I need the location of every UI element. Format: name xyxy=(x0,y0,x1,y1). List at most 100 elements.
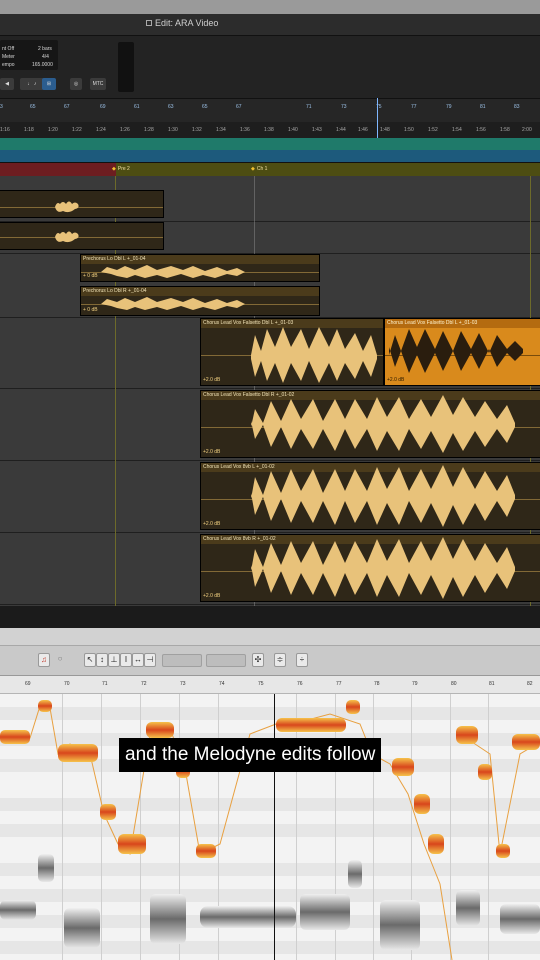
pitch-tool-icon[interactable]: ↕ xyxy=(96,653,108,667)
window-icon xyxy=(146,20,152,26)
min-sec-ruler[interactable]: 1:16 1:18 1:20 1:22 1:24 1:26 1:28 1:30 … xyxy=(0,122,540,138)
clip-waveform xyxy=(251,395,515,453)
time-tick: 1:50 xyxy=(404,127,414,133)
bar-tick: 81 xyxy=(489,681,495,687)
bar-tick: 63 xyxy=(168,104,174,110)
audio-clip[interactable]: Chorus Lead Vox 8vb L +_01-02 +2.0 dB xyxy=(200,462,540,530)
online-button[interactable]: ◎ xyxy=(70,78,82,90)
scale-field[interactable] xyxy=(206,654,246,667)
melodyne-ruler[interactable]: 69 70 71 72 73 74 75 76 77 78 79 80 81 8… xyxy=(0,676,540,694)
bar-tick: 78 xyxy=(374,681,380,687)
bar-tick: 76 xyxy=(297,681,303,687)
separation-tool-icon[interactable]: ⊣ xyxy=(144,653,156,667)
time-tick: 1:34 xyxy=(216,127,226,133)
bar-tick: 67 xyxy=(236,104,242,110)
formant-tool-icon[interactable]: ⊥ xyxy=(108,653,120,667)
meter-label: Meter xyxy=(2,54,15,60)
bar-tick: 69 xyxy=(100,104,106,110)
window-titlebar: Edit: ARA Video xyxy=(0,14,540,36)
settings-icon[interactable]: ○ xyxy=(54,653,66,667)
time-tick: 1:56 xyxy=(476,127,486,133)
meter-value: 4/4 xyxy=(42,54,49,60)
time-tick: 1:54 xyxy=(452,127,462,133)
count-off-value: 2 bars xyxy=(38,46,52,52)
bar-tick: 73 xyxy=(180,681,186,687)
bar-tick: 65 xyxy=(30,104,36,110)
audio-clip[interactable]: Prechorus Lo Dbl L +_01-04 + 0 dB xyxy=(80,254,320,282)
track-divider xyxy=(0,532,540,533)
section-region xyxy=(0,163,116,177)
time-tick: 1:32 xyxy=(192,127,202,133)
bar-tick: 79 xyxy=(446,104,452,110)
window-separator xyxy=(0,606,540,628)
subtitle-caption: and the Melodyne edits follow xyxy=(119,738,382,772)
time-tick: 1:44 xyxy=(336,127,346,133)
audio-clip[interactable] xyxy=(0,222,164,250)
pitch-snap-icon[interactable]: ≑ xyxy=(274,653,286,667)
time-snap-icon[interactable]: ÷ xyxy=(296,653,308,667)
pitch-grid-field[interactable] xyxy=(162,654,202,667)
time-tick: 1:22 xyxy=(72,127,82,133)
audio-clip[interactable]: Chorus Lead Vox Falsetto Dbl L +_01-03 +… xyxy=(200,318,384,386)
selected-audio-clip[interactable]: Chorus Lead Vox Falsetto Dbl L +_01-03 +… xyxy=(384,318,540,386)
time-tick: 1:58 xyxy=(500,127,510,133)
bars-beats-ruler[interactable]: 3 65 67 69 61 63 65 67 71 73 75 77 79 81… xyxy=(0,98,540,122)
bar-tick: 71 xyxy=(306,104,312,110)
melodyne-logo-icon[interactable]: ♫ xyxy=(38,653,50,667)
time-tick: 1:16 xyxy=(0,127,10,133)
audio-clip[interactable]: Chorus Lead Vox Falsetto Dbl R +_01-02 +… xyxy=(200,390,540,458)
bar-tick: 82 xyxy=(527,681,533,687)
clip-waveform xyxy=(101,297,245,310)
screen: Edit: ARA Video nt Off 2 bars Meter 4/4 … xyxy=(0,0,540,960)
tempo-button[interactable]: ♩ ♪ xyxy=(20,78,44,90)
bar-tick: 65 xyxy=(202,104,208,110)
clip-waveform xyxy=(251,537,515,599)
mtc-button[interactable]: MTC xyxy=(90,78,106,90)
time-tick: 1:43 xyxy=(312,127,322,133)
time-tool-icon[interactable]: ↔ xyxy=(132,653,144,667)
clip-waveform xyxy=(251,465,515,527)
midi-merge-button[interactable]: ◀ xyxy=(0,78,14,90)
melodyne-note-editor[interactable] xyxy=(0,694,540,960)
bar-tick: 79 xyxy=(412,681,418,687)
top-bezel xyxy=(0,0,540,14)
marker-ch-1[interactable]: Ch 1 xyxy=(251,166,268,172)
tempo-ruler-band[interactable] xyxy=(0,138,540,150)
quantize-icon[interactable]: ✣ xyxy=(252,653,264,667)
meter-ruler-band[interactable] xyxy=(0,150,540,162)
audio-clip[interactable] xyxy=(0,190,164,218)
audio-clip[interactable]: Chorus Lead Vox 8vb R +_01-02 +2.0 dB xyxy=(200,534,540,602)
time-tick: 2:00 xyxy=(522,127,532,133)
edit-tracks-area[interactable]: Prechorus Lo Dbl L +_01-04 + 0 dB Precho… xyxy=(0,176,540,606)
count-off-label: nt Off xyxy=(2,46,15,52)
audio-clip[interactable]: Prechorus Lo Dbl R +_01-04 + 0 dB xyxy=(80,286,320,316)
track-divider xyxy=(0,388,540,389)
playhead-marker[interactable] xyxy=(377,98,383,138)
main-tool-icon[interactable]: ↖ xyxy=(84,653,96,667)
amplitude-tool-icon[interactable]: I xyxy=(120,653,132,667)
bar-tick: 72 xyxy=(141,681,147,687)
track-divider xyxy=(0,604,540,605)
counter-display: nt Off 2 bars Meter 4/4 empo 165.0000 xyxy=(0,40,58,70)
bar-tick: 71 xyxy=(102,681,108,687)
bar-tick: 73 xyxy=(341,104,347,110)
bar-tick: 74 xyxy=(219,681,225,687)
markers-ruler[interactable]: Pre 2 Ch 1 xyxy=(0,162,540,177)
melodyne-toolbar: ♫ ○ ↖ ↕ ⊥ I ↔ ⊣ ✣ ≑ ÷ xyxy=(0,646,540,676)
time-tick: 1:30 xyxy=(168,127,178,133)
link-button[interactable]: ⊞ xyxy=(42,78,56,90)
edit-toolbar: nt Off 2 bars Meter 4/4 empo 165.0000 ◀ … xyxy=(0,36,540,98)
bar-tick: 70 xyxy=(64,681,70,687)
bar-tick: 83 xyxy=(514,104,520,110)
time-tick: 1:38 xyxy=(264,127,274,133)
marker-pre-2[interactable]: Pre 2 xyxy=(112,166,130,172)
bar-tick: 69 xyxy=(25,681,31,687)
bar-tick: 77 xyxy=(411,104,417,110)
window-title: Edit: ARA Video xyxy=(146,18,218,28)
clip-waveform xyxy=(389,329,523,373)
bar-tick: 3 xyxy=(0,104,3,110)
time-tick: 1:28 xyxy=(144,127,154,133)
time-tick: 1:52 xyxy=(428,127,438,133)
time-tick: 1:20 xyxy=(48,127,58,133)
clip-waveform xyxy=(251,327,377,383)
